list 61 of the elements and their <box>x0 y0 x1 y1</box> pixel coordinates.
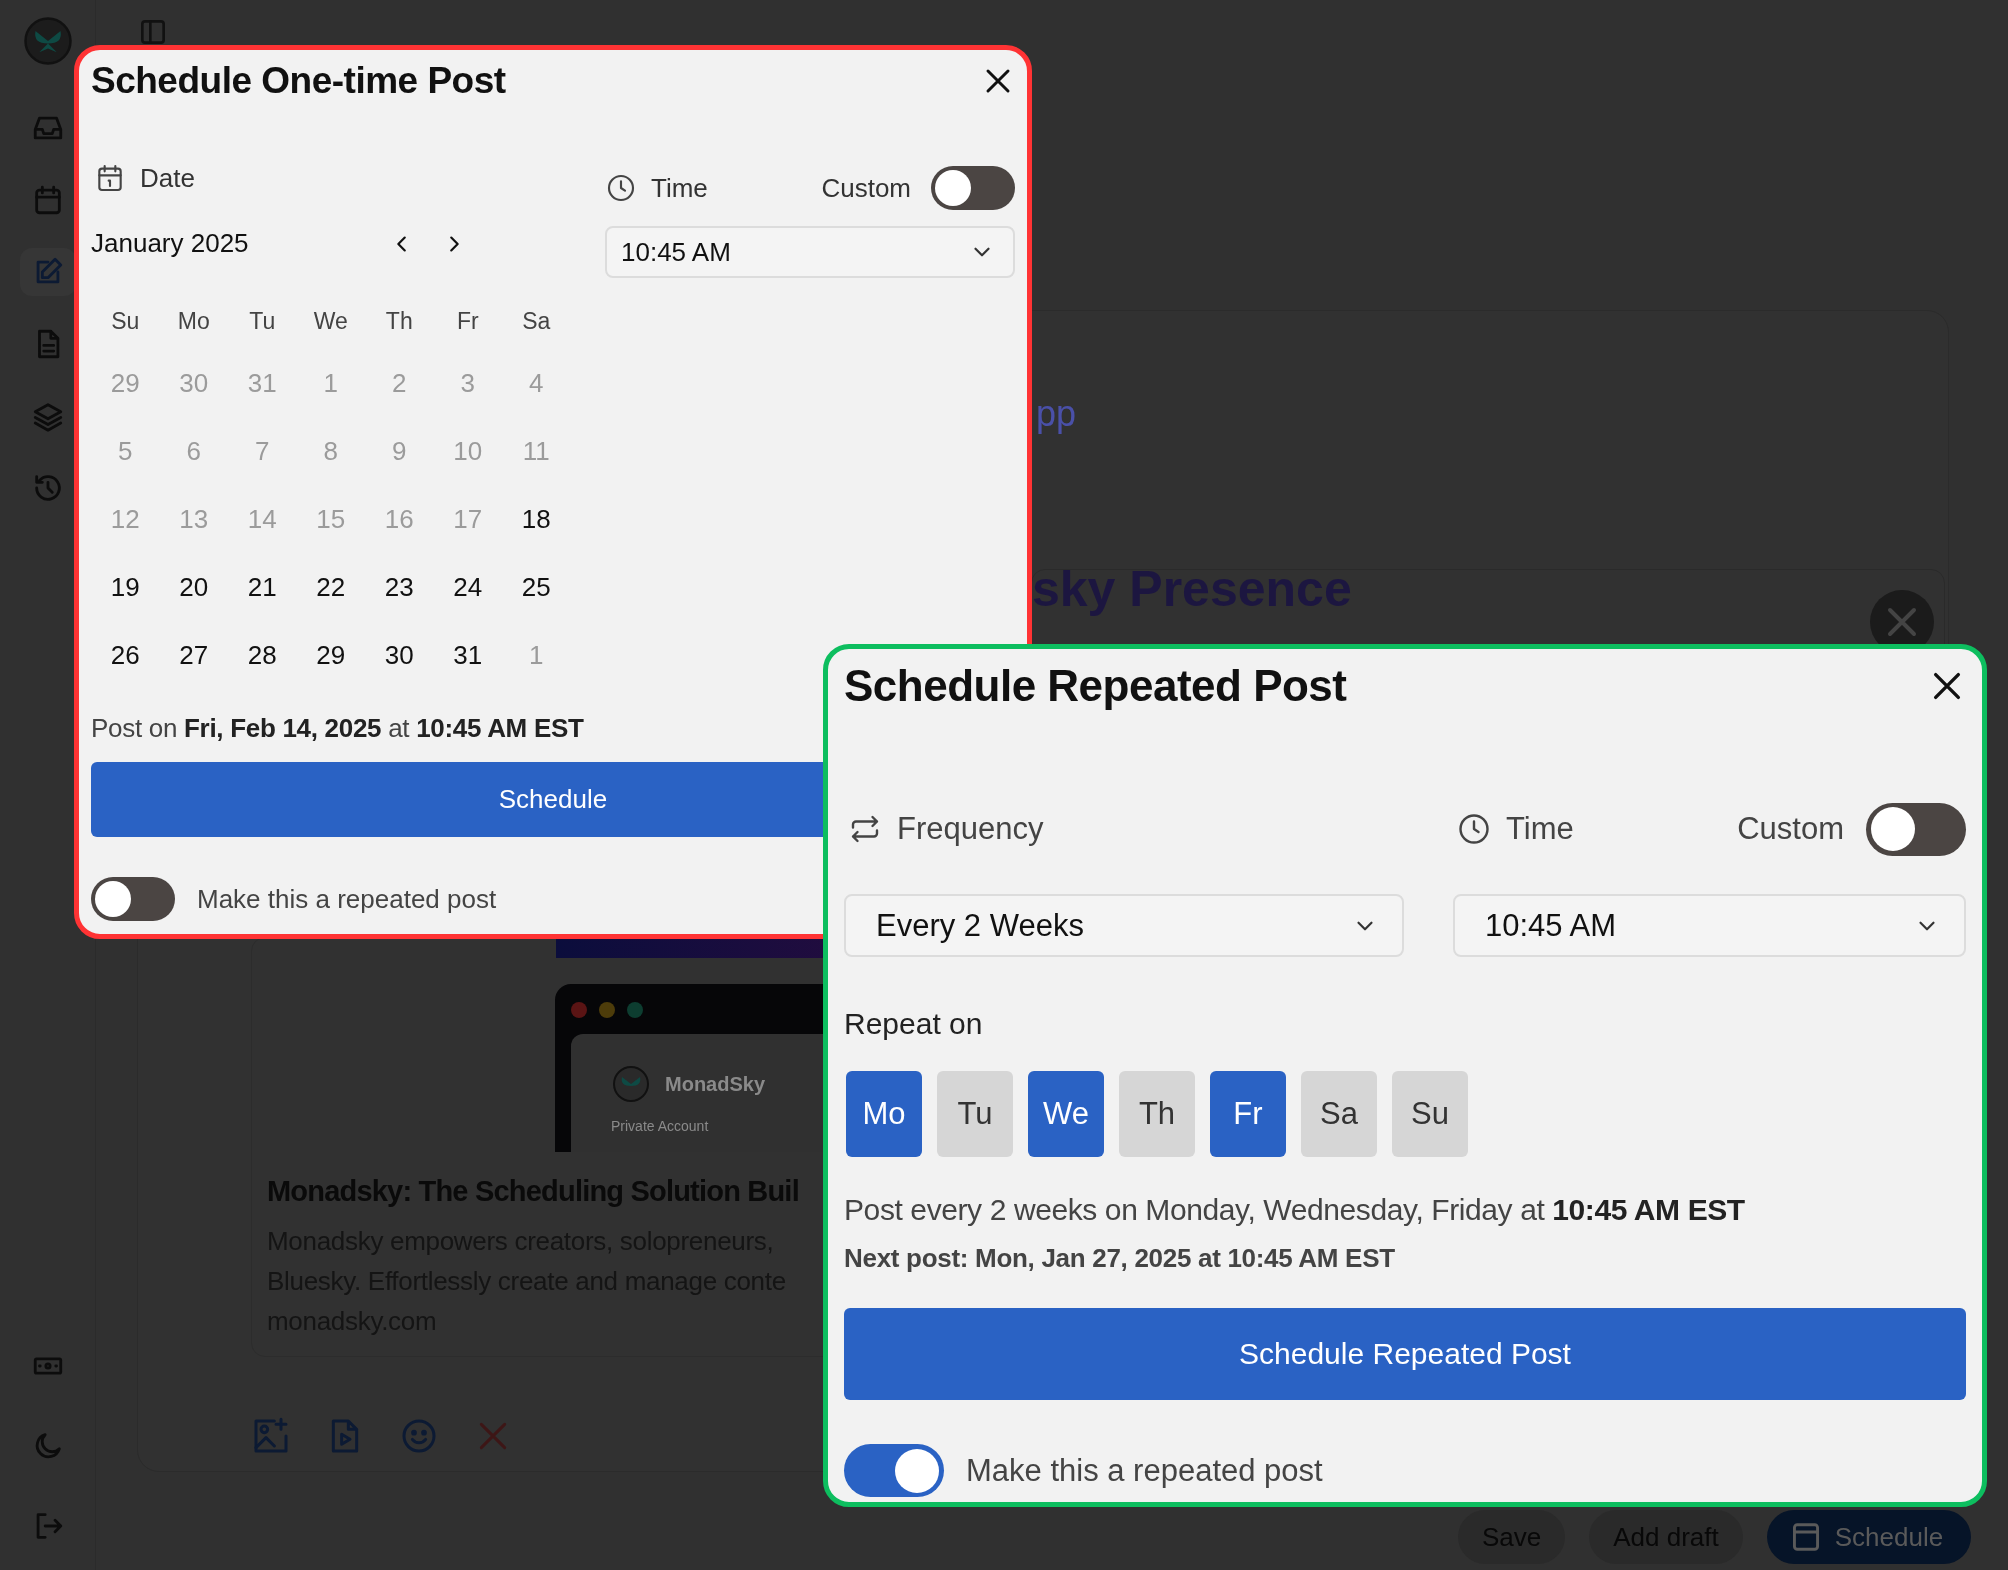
repeat-label: Make this a repeated post <box>197 883 497 915</box>
calendar-day[interactable]: 30 <box>365 621 434 689</box>
custom-label: Custom <box>821 172 911 204</box>
weekday-toggle[interactable]: Fr <box>1210 1071 1286 1157</box>
clock-icon <box>1456 811 1492 847</box>
window-dot <box>627 1002 643 1018</box>
next-post-text: Next post: Mon, Jan 27, 2025 at 10:45 AM EST <box>844 1243 1395 1274</box>
clock-icon <box>605 172 637 204</box>
window-dot <box>571 1002 587 1018</box>
dialog-title: Schedule One-time Post <box>91 60 506 102</box>
calendar-day[interactable]: 23 <box>365 553 434 621</box>
account-label: Private Account <box>611 1118 710 1134</box>
weekday-toggle[interactable]: Mo <box>846 1071 922 1157</box>
repeat-on-label: Repeat on <box>844 1007 984 1041</box>
weekday-label: Th <box>384 307 414 336</box>
brand-name: MonadSky <box>665 1072 766 1096</box>
sidebar-item[interactable] <box>19 248 76 296</box>
calendar-day[interactable]: 19 <box>91 553 160 621</box>
calendar-day[interactable]: 26 <box>91 621 160 689</box>
calendar-day[interactable]: 31 <box>433 621 502 689</box>
weekday-label: Tu <box>248 307 277 336</box>
toggle-switch[interactable] <box>844 1444 944 1497</box>
butterfly-clock-logo <box>611 1064 651 1104</box>
time-dropdown[interactable]: 10:45 AM <box>1453 894 1966 957</box>
time-label: Time <box>651 172 708 204</box>
weekday-label: Su <box>110 307 141 336</box>
toggle-switch[interactable] <box>1866 802 1966 856</box>
dialog-title: Schedule Repeated Post <box>844 661 1347 711</box>
weekday-toggle[interactable]: Sa <box>1301 1071 1377 1157</box>
schedule-repeated-button[interactable]: Schedule Repeated Post <box>844 1308 1966 1400</box>
toggle-switch[interactable] <box>931 166 1015 210</box>
heading-text: pp <box>1036 393 1077 435</box>
schedule-summary: Post every 2 weeks on Monday, Wednesday, Friday at 10:45 AM EST <box>844 1193 1745 1227</box>
window-dot <box>599 1002 615 1018</box>
frequency-dropdown[interactable]: Every 2 Weeks <box>844 894 1404 957</box>
calendar-day[interactable]: 18 <box>502 485 571 553</box>
calendar-icon <box>1792 1523 1819 1551</box>
calendar-day[interactable]: 25 <box>502 553 571 621</box>
calendar-day[interactable]: 29 <box>296 621 365 689</box>
time-label: Time <box>1506 811 1574 847</box>
repeat-label: Make this a repeated post <box>966 1452 1323 1489</box>
date-label: Date <box>140 162 195 194</box>
weekday-label: We <box>312 307 349 336</box>
weekday-label: Sa <box>521 307 552 336</box>
calendar-day[interactable]: 22 <box>296 553 365 621</box>
weekday-toggle[interactable]: Tu <box>937 1071 1013 1157</box>
toggle-switch[interactable] <box>91 877 175 921</box>
weekday-toggle[interactable]: Su <box>1392 1071 1468 1157</box>
weekday-label: Fr <box>455 307 480 336</box>
calendar-day[interactable]: 27 <box>159 621 228 689</box>
time-dropdown[interactable]: 10:45 AM <box>605 226 1015 278</box>
schedule-summary: Post on Fri, Feb 14, 2025 at 10:45 AM EST <box>91 713 584 744</box>
calendar-day[interactable]: 20 <box>159 553 228 621</box>
weekday-label: Mo <box>176 307 211 336</box>
calendar-day[interactable]: 24 <box>433 553 502 621</box>
month-label: January 2025 <box>91 228 249 259</box>
weekday-toggle[interactable]: We <box>1028 1071 1104 1157</box>
custom-label: Custom <box>1737 811 1844 847</box>
calendar-day[interactable]: 28 <box>228 621 297 689</box>
weekday-toggle[interactable]: Th <box>1119 1071 1195 1157</box>
calendar-day[interactable]: 21 <box>228 553 297 621</box>
